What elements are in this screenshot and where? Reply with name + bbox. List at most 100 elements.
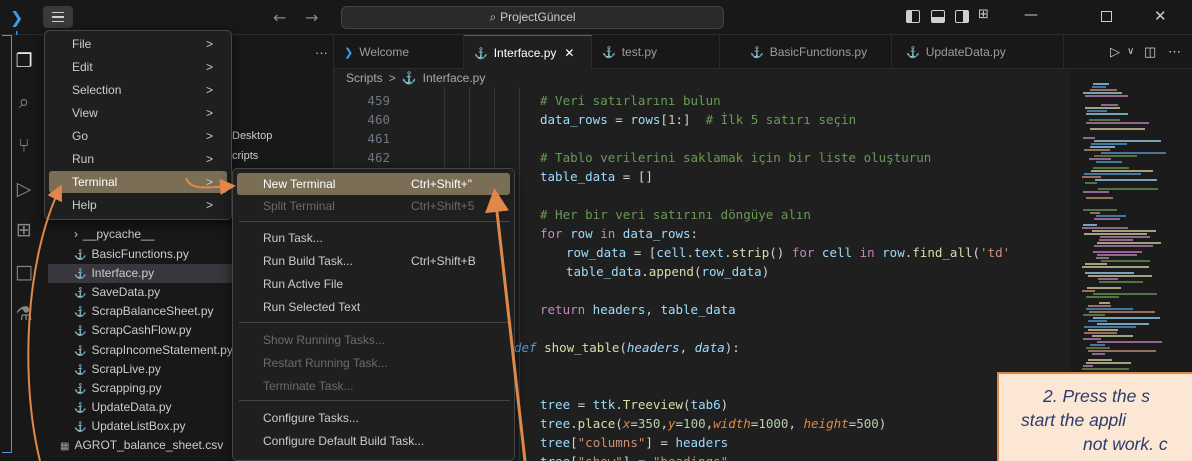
terminal-menu-item[interactable]: Run Build Task... Ctrl+Shift+B: [237, 250, 510, 272]
menu-item-terminal[interactable]: Terminal >: [49, 171, 227, 193]
code-line: 460 data_rows = rows[1:] # İlk 5 satırı s…: [334, 110, 1070, 129]
menu-item-view[interactable]: View >: [49, 102, 227, 124]
terminal-menu-item: Show Running Tasks...: [237, 329, 510, 351]
minimap-line: [1085, 263, 1107, 265]
minimap-line: [1093, 167, 1129, 169]
menu-item-run[interactable]: Run >: [49, 148, 227, 170]
remote-explorer-icon[interactable]: □: [12, 260, 36, 284]
search-icon[interactable]: ⌕: [12, 90, 36, 114]
menu-item-edit[interactable]: Edit >: [49, 56, 227, 78]
tab-basicfunctions-py[interactable]: ⚓ BasicFunctions.py: [720, 35, 892, 69]
terminal-menu-item[interactable]: Run Selected Text: [237, 296, 510, 318]
forward-arrow-icon[interactable]: →: [305, 8, 318, 27]
menu-item-help[interactable]: Help >: [49, 194, 227, 216]
python-file-icon: ⚓: [474, 48, 488, 60]
minimap-line: [1087, 287, 1121, 289]
minimize-window-icon[interactable]: —: [1024, 7, 1038, 23]
minimap-line: [1091, 143, 1127, 145]
command-center-label: ProjectGüncel: [500, 10, 576, 24]
chevron-right-icon: >: [205, 83, 213, 97]
explorer-folder-desktop[interactable]: Desktop: [232, 130, 272, 142]
terminal-menu-item[interactable]: New Terminal Ctrl+Shift+": [237, 173, 510, 195]
more-actions-icon[interactable]: ···: [315, 45, 328, 60]
callout-line: not work. c: [1083, 434, 1168, 454]
python-file-icon: ⚓: [74, 307, 87, 318]
minimap-line: [1088, 329, 1118, 331]
tab-welcome[interactable]: ❯ Welcome: [334, 35, 464, 69]
terminal-menu-item: Terminate Task...: [237, 375, 510, 397]
file-label: ScrapCashFlow.py: [91, 323, 192, 337]
breadcrumb-folder[interactable]: Scripts: [346, 71, 383, 85]
tab-label: BasicFunctions.py: [769, 45, 868, 59]
run-debug-icon[interactable]: ▷: [12, 177, 36, 201]
minimap-line: [1083, 365, 1093, 367]
menu-item-label: Terminal: [72, 175, 118, 189]
breadcrumb-file[interactable]: Interface.py: [423, 71, 486, 85]
keyboard-shortcut: Ctrl+Shift+B: [411, 254, 476, 268]
explorer-folder-scripts[interactable]: cripts: [232, 150, 258, 162]
python-file-icon: ⚓: [74, 288, 87, 299]
menu-item-label: Configure Default Build Task...: [263, 434, 425, 448]
maximize-window-icon[interactable]: [1101, 11, 1112, 22]
extensions-icon[interactable]: ⊞: [12, 218, 36, 242]
minimap-line: [1099, 239, 1133, 241]
editor-more-actions-icon[interactable]: ⋯: [1168, 35, 1181, 69]
close-tab-icon[interactable]: ✕: [564, 46, 574, 60]
source-control-icon[interactable]: ⑂: [12, 134, 36, 158]
split-editor-icon[interactable]: ◫: [1144, 35, 1156, 69]
tab-interface-py[interactable]: ⚓ Interface.py ✕: [464, 35, 592, 69]
menu-item-label: File: [72, 37, 92, 51]
menu-item-label: Terminate Task...: [263, 379, 354, 393]
command-center-search[interactable]: ⌕ ProjectGüncel: [341, 6, 724, 29]
terminal-menu-item[interactable]: Configure Default Build Task...: [237, 430, 510, 452]
file-label: ScrapLive.py: [91, 362, 161, 376]
python-file-icon: ⚓: [74, 326, 87, 337]
toggle-secondary-sidebar-icon[interactable]: [955, 10, 969, 23]
terminal-menu-item[interactable]: Run Task...: [237, 227, 510, 249]
minimap-line: [1083, 224, 1097, 226]
run-dropdown-chevron-icon[interactable]: ∨: [1127, 35, 1134, 69]
annotation-highlight-box: [2, 35, 12, 453]
terminal-menu-item[interactable]: Configure Tasks...: [237, 407, 510, 429]
minimap-line: [1083, 137, 1095, 139]
menu-item-label: Show Running Tasks...: [263, 333, 385, 347]
hamburger-menu-button[interactable]: [43, 6, 73, 28]
terminal-submenu: New Terminal Ctrl+Shift+" Split Terminal Ct…: [232, 168, 515, 461]
chevron-right-icon: >: [205, 106, 213, 120]
minimap-line: [1094, 155, 1137, 157]
toggle-panel-icon[interactable]: [931, 10, 945, 23]
minimap-line: [1086, 362, 1131, 364]
customize-layout-icon[interactable]: ⊞: [978, 7, 989, 22]
csv-file-icon: ▦: [60, 441, 70, 452]
minimap-line: [1097, 341, 1162, 343]
terminal-menu-item[interactable]: Run Active File: [237, 273, 510, 295]
explorer-files-icon[interactable]: ❐: [12, 49, 36, 73]
toggle-primary-sidebar-icon[interactable]: [906, 10, 920, 23]
minimap-line: [1093, 251, 1142, 253]
file-label: SaveData.py: [91, 285, 161, 299]
line-number: 461: [367, 131, 390, 146]
menu-item-go[interactable]: Go >: [49, 125, 227, 147]
tab-label: Interface.py: [493, 46, 557, 60]
callout-line: 2. Press the s: [1043, 386, 1150, 406]
minimap-line: [1088, 275, 1152, 277]
menu-item-label: Run Active File: [263, 277, 344, 291]
testing-flask-icon[interactable]: ⚗: [12, 302, 36, 326]
minimap-line: [1082, 227, 1128, 229]
file-label: __pycache__: [83, 227, 155, 241]
menu-item-selection[interactable]: Selection >: [49, 79, 227, 101]
line-number: 462: [367, 150, 390, 165]
tab-test-py[interactable]: ⚓ test.py: [592, 35, 720, 69]
menu-separator: [239, 322, 510, 323]
back-arrow-icon[interactable]: ←: [273, 8, 286, 27]
breadcrumb: Scripts > ⚓ Interface.py: [346, 69, 491, 87]
file-label: ScrapBalanceSheet.py: [91, 304, 214, 318]
close-window-icon[interactable]: ✕: [1154, 7, 1167, 25]
menu-item-label: Run Task...: [263, 231, 323, 245]
minimap-line: [1097, 254, 1137, 256]
activity-bar: ❐ ⌕ ⑂ ▷ ⊞ □ ⚗: [0, 35, 48, 461]
minimap-line: [1098, 188, 1158, 190]
tab-updatedata-py[interactable]: ⚓ UpdateData.py: [892, 35, 1064, 69]
run-python-file-icon[interactable]: ▷: [1110, 35, 1120, 69]
menu-item-file[interactable]: File >: [49, 33, 227, 55]
